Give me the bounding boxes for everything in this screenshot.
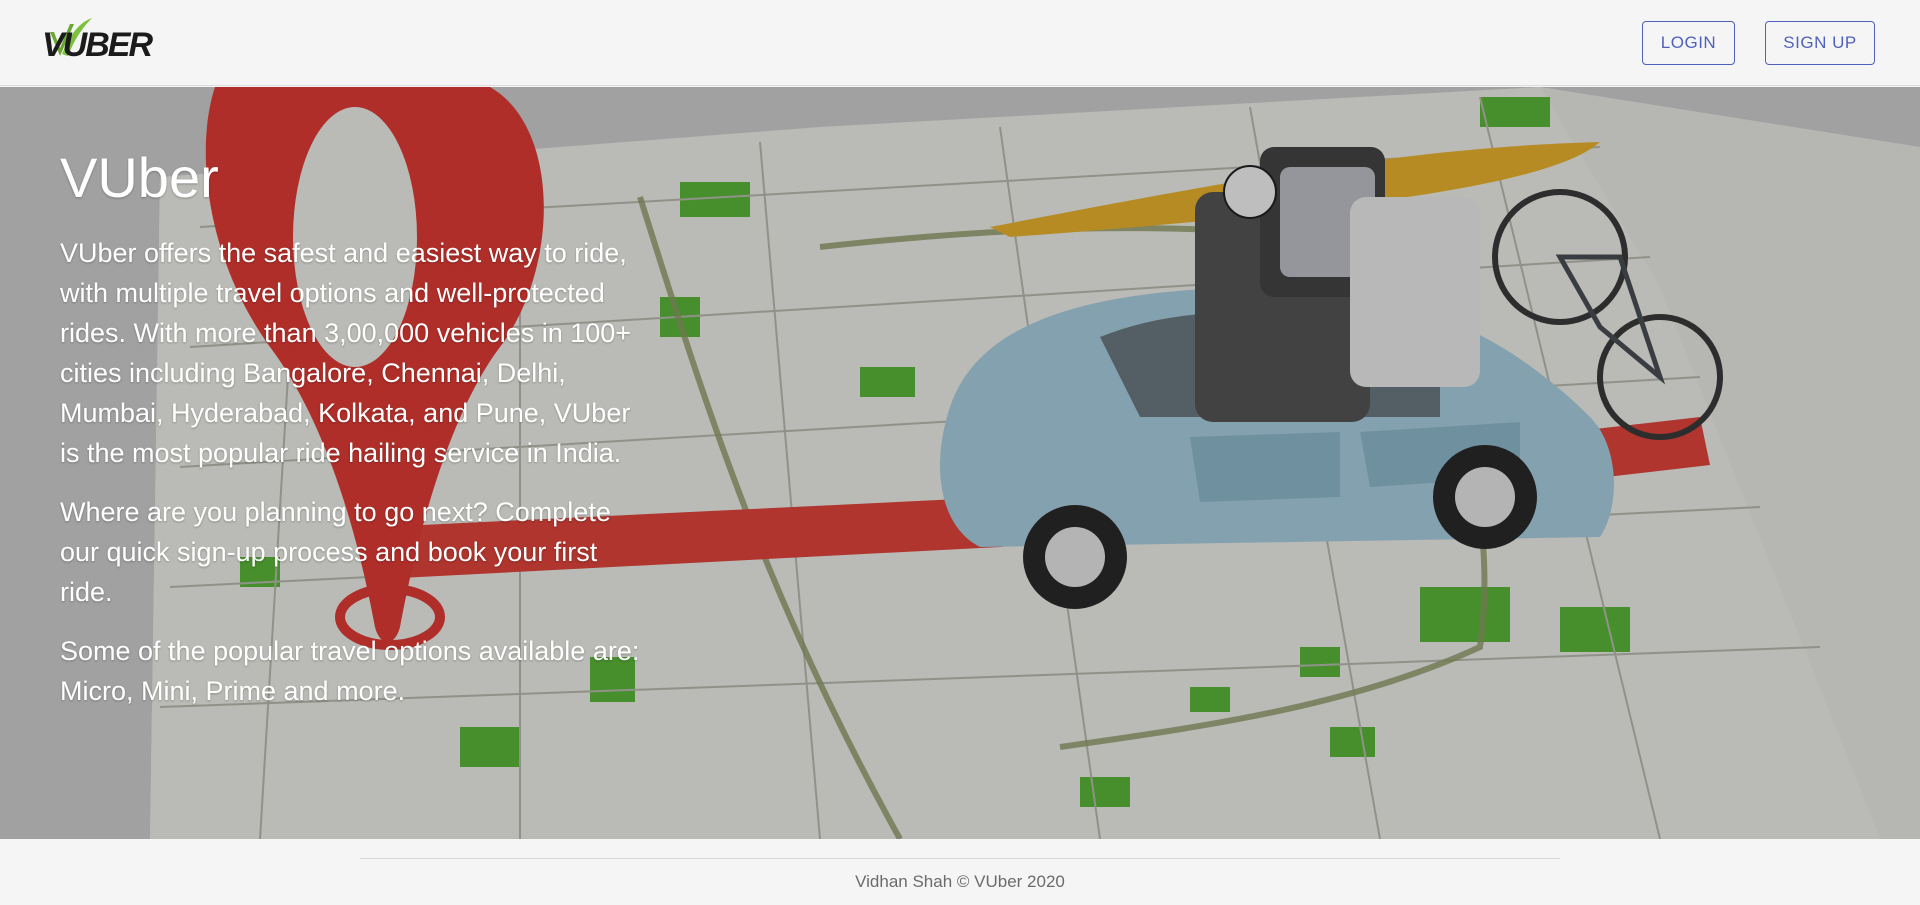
logo-text: VUBER bbox=[42, 26, 153, 64]
hero-paragraph-options: Some of the popular travel options avail… bbox=[60, 635, 640, 706]
signup-button[interactable]: SIGN UP bbox=[1765, 21, 1875, 65]
hero-content: VUber VUber offers the safest and easies… bbox=[60, 147, 640, 730]
hero-paragraph-intro: VUber offers the safest and easiest way … bbox=[60, 237, 632, 468]
hero-paragraph-cta: Where are you planning to go next? Compl… bbox=[60, 496, 611, 607]
footer-divider bbox=[360, 858, 1560, 859]
hero-section: VUber VUber offers the safest and easies… bbox=[0, 87, 1920, 839]
footer-copyright: Vidhan Shah © VUber 2020 bbox=[855, 872, 1065, 891]
hero-title: VUber bbox=[60, 146, 219, 209]
top-navbar: VUBER LOGIN SIGN UP bbox=[0, 0, 1920, 86]
vuber-logo[interactable]: VUBER bbox=[40, 14, 172, 64]
login-button[interactable]: LOGIN bbox=[1642, 21, 1735, 65]
